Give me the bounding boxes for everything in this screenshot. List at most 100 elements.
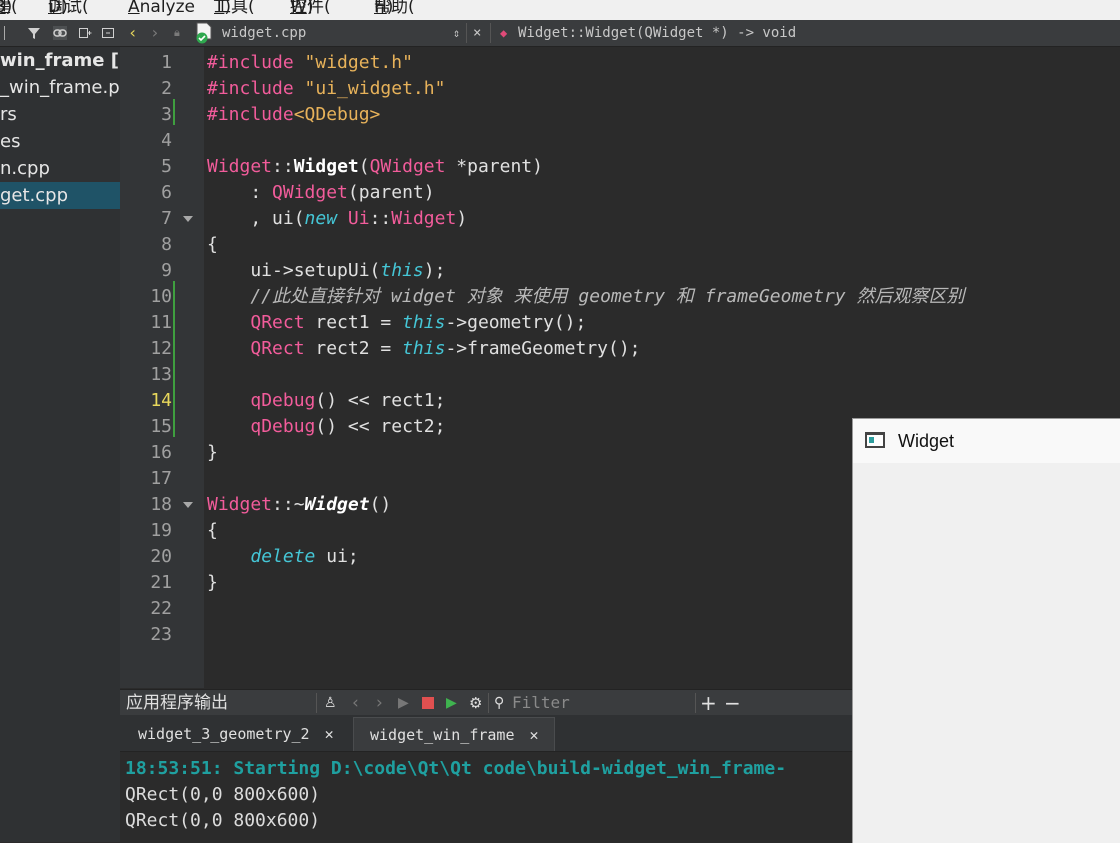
filter-icon[interactable] bbox=[27, 26, 41, 40]
code-token: this bbox=[402, 338, 446, 359]
menu-debug[interactable]: 调试(D) bbox=[48, 0, 89, 16]
menu-tools[interactable]: 工具(T) bbox=[214, 0, 255, 16]
close-sidebar-icon[interactable] bbox=[101, 26, 115, 40]
code-line: } bbox=[207, 440, 218, 466]
close-tab-icon[interactable]: ✕ bbox=[530, 726, 539, 744]
menu-build[interactable]: 建(B) bbox=[0, 0, 18, 16]
run-icon[interactable]: ▶ bbox=[398, 690, 409, 716]
attach-icon[interactable]: ♙ bbox=[324, 690, 337, 716]
back-arrow-icon[interactable]: ‹ bbox=[128, 20, 138, 46]
code-line: { bbox=[207, 232, 218, 258]
output-pane-title: 应用程序输出 bbox=[126, 693, 228, 713]
stop-icon[interactable] bbox=[422, 697, 434, 709]
code-token: QWidget bbox=[272, 182, 348, 203]
fold-arrow-icon[interactable] bbox=[183, 502, 193, 508]
code-token: Widget bbox=[293, 156, 359, 177]
file-dropdown-icon[interactable]: ⇕ bbox=[453, 20, 460, 46]
code-token: *parent) bbox=[445, 156, 543, 177]
remove-icon[interactable]: − bbox=[724, 690, 741, 716]
menu-help[interactable]: 帮助(H) bbox=[374, 0, 415, 16]
file-name-label[interactable]: widget.cpp bbox=[222, 20, 306, 46]
link-icon[interactable] bbox=[53, 26, 67, 40]
code-line: { bbox=[207, 518, 218, 544]
next-icon[interactable]: › bbox=[376, 690, 383, 716]
code-line: qDebug() << rect2; bbox=[207, 414, 445, 440]
line-number: 1 bbox=[161, 52, 172, 73]
line-number: 19 bbox=[150, 520, 172, 541]
line-number: 3 bbox=[161, 104, 172, 125]
code-token: delete bbox=[250, 546, 316, 567]
tree-item-main-cpp[interactable]: n.cpp bbox=[0, 155, 120, 182]
line-number: 8 bbox=[161, 234, 172, 255]
code-line: QRect rect2 = this->frameGeometry(); bbox=[207, 336, 641, 362]
code-line: } bbox=[207, 570, 218, 596]
menu-analyze[interactable]: Analyze bbox=[128, 0, 195, 16]
tree-item-headers[interactable]: rs bbox=[0, 101, 120, 128]
filter-input[interactable]: Filter bbox=[512, 690, 570, 716]
line-number: 16 bbox=[150, 442, 172, 463]
add-icon[interactable]: + bbox=[700, 690, 717, 716]
line-number: 17 bbox=[150, 468, 172, 489]
menu-controls[interactable]: 控件(W) bbox=[290, 0, 331, 16]
close-tab-icon[interactable]: ✕ bbox=[325, 725, 334, 743]
debug-run-icon[interactable]: ▶ bbox=[446, 690, 457, 716]
code-token: } bbox=[207, 442, 218, 463]
symbol-diamond-icon: ◆ bbox=[500, 26, 508, 40]
symbol-selector[interactable]: Widget::Widget(QWidget *) -> void bbox=[518, 20, 796, 46]
window-title-bar[interactable]: Widget bbox=[853, 419, 1120, 463]
tab-widget-3-geometry-2[interactable]: widget_3_geometry_2 ✕ bbox=[122, 717, 352, 751]
prev-icon[interactable]: ‹ bbox=[352, 690, 359, 716]
code-token: (parent) bbox=[347, 182, 435, 203]
line-number: 5 bbox=[161, 156, 172, 177]
code-token: "widget.h" bbox=[304, 52, 413, 73]
code-line: qDebug() << rect1; bbox=[207, 388, 445, 414]
line-number: 22 bbox=[150, 598, 172, 619]
code-token: { bbox=[207, 234, 218, 255]
code-token: Widget bbox=[304, 494, 370, 515]
tree-item-widget-cpp[interactable]: get.cpp bbox=[0, 182, 120, 209]
fold-arrow-icon[interactable] bbox=[183, 216, 193, 222]
code-token: #include bbox=[207, 104, 294, 125]
sidebar-toolbar bbox=[0, 20, 120, 47]
code-token: ); bbox=[423, 260, 446, 281]
line-number: 9 bbox=[161, 260, 172, 281]
code-token: Ui bbox=[347, 208, 370, 229]
project-sidebar: win_frame [m _win_frame.p rs es n.cpp ge… bbox=[0, 20, 120, 842]
code-token: this bbox=[380, 260, 424, 281]
forward-arrow-icon[interactable]: › bbox=[150, 20, 160, 46]
settings-gear-icon[interactable]: ⚙ bbox=[469, 690, 482, 716]
code-token: QRect bbox=[250, 312, 305, 333]
code-token: () bbox=[369, 494, 392, 515]
code-line: Widget::~Widget() bbox=[207, 492, 391, 518]
split-icon[interactable] bbox=[78, 26, 92, 40]
line-number: 11 bbox=[150, 312, 172, 333]
code-token: ->frameGeometry(); bbox=[445, 338, 641, 359]
tab-widget-win-frame[interactable]: widget_win_frame ✕ bbox=[353, 717, 555, 751]
code-token: Widget bbox=[391, 208, 457, 229]
code-token: ) bbox=[456, 208, 468, 229]
code-token: new bbox=[304, 208, 338, 229]
code-token: ->geometry(); bbox=[445, 312, 587, 333]
code-token: , ui( bbox=[207, 208, 305, 229]
tree-project-root[interactable]: win_frame [m bbox=[0, 47, 120, 74]
lock-icon: 🔒︎ bbox=[174, 26, 180, 39]
editor-toolbar: ‹ › 🔒︎ widget.cpp ⇕ × ◆ Widget::Widget(Q… bbox=[120, 20, 1120, 47]
tree-item-pro-file[interactable]: _win_frame.p bbox=[0, 74, 120, 101]
window-title: Widget bbox=[898, 431, 955, 451]
change-marker bbox=[173, 99, 175, 125]
code-token: qDebug bbox=[250, 416, 316, 437]
change-marker bbox=[173, 281, 175, 437]
tree-item-sources[interactable]: es bbox=[0, 128, 120, 155]
code-token: () << rect2; bbox=[315, 416, 446, 437]
code-token: #include bbox=[207, 78, 305, 99]
line-number: 14 bbox=[150, 390, 172, 411]
code-token: QWidget bbox=[369, 156, 446, 177]
widget-window[interactable]: Widget bbox=[852, 418, 1120, 843]
output-line: QRect(0,0 800x600) bbox=[125, 784, 321, 805]
close-file-icon[interactable]: × bbox=[473, 20, 481, 46]
code-token: //此处直接针对 widget 对象 来使用 geometry 和 frameG… bbox=[207, 286, 965, 307]
line-number: 10 bbox=[150, 286, 172, 307]
